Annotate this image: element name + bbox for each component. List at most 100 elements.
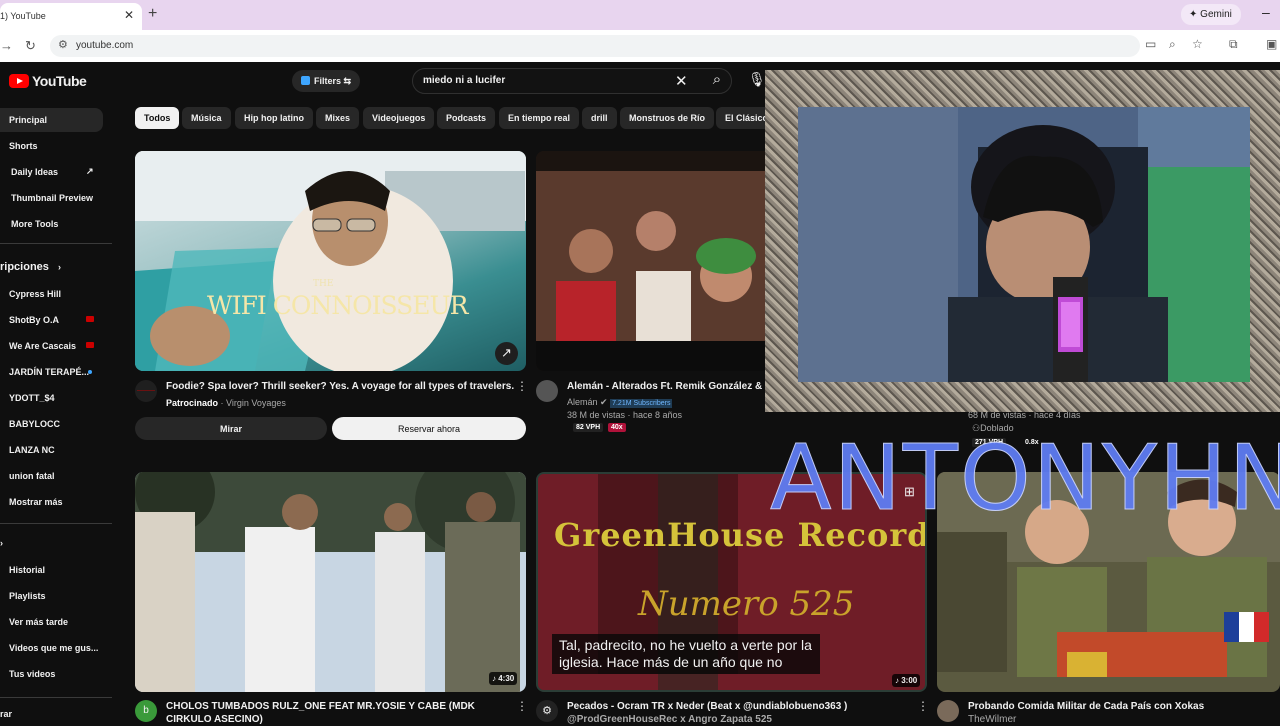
video-stats: 38 M de vistas · hace 8 años	[567, 410, 683, 420]
reload-icon[interactable]: ↻	[25, 38, 36, 54]
advertiser-name[interactable]: Virgin Voyages	[226, 398, 286, 408]
you-chevron-icon[interactable]: ›	[0, 538, 3, 548]
sidepanel-icon[interactable]: ▣	[1266, 37, 1277, 51]
sidebar-item-your-videos[interactable]: Tus videos	[0, 662, 103, 686]
sidebar-item-more-tools[interactable]: More Tools	[0, 212, 103, 236]
sidebar-item-label: Daily Ideas	[11, 167, 59, 177]
channel-name[interactable]: Alemán	[567, 397, 598, 407]
sidebar-item-playlists[interactable]: Playlists	[0, 584, 103, 608]
ad-overlay-title: WIFI CONNOISSEUR	[207, 291, 468, 320]
extensions-icon[interactable]: ⧉	[1229, 37, 1238, 52]
advertiser-avatar[interactable]: ———	[135, 380, 157, 402]
browser-tab-strip: 1) YouTube ✕ + ✦ Gemini –	[0, 0, 1280, 30]
video-thumbnail-art	[135, 472, 526, 692]
minimize-icon[interactable]: –	[1262, 4, 1270, 20]
filter-chips-bar: Todos Música Hip hop latino Mixes Videoj…	[135, 107, 765, 129]
zoom-icon[interactable]: ⌕	[1169, 37, 1176, 52]
webcam-scene	[798, 107, 1250, 382]
ad-thumbnail[interactable]: THE WIFI CONNOISSEUR ↗	[135, 151, 526, 371]
browser-tab-youtube[interactable]: 1) YouTube ✕	[0, 3, 142, 30]
sidebar-item-label: Cypress Hill	[9, 289, 62, 299]
external-link-icon: ↗	[86, 166, 94, 176]
gemini-button[interactable]: ✦ Gemini	[1181, 4, 1241, 25]
sidebar-item-principal[interactable]: Principal	[0, 108, 103, 132]
forward-icon[interactable]: →	[0, 38, 13, 53]
vph-badge: 82 VPH	[573, 423, 604, 432]
extension-icon	[301, 76, 310, 85]
channel-avatar[interactable]	[536, 380, 558, 402]
ad-overlay-small: THE	[313, 279, 334, 289]
new-tab-icon[interactable]: +	[148, 5, 157, 23]
sidebar-item-thumbnail-preview[interactable]: Thumbnail Preview	[0, 186, 103, 210]
search-icon[interactable]: ⌕	[702, 71, 732, 91]
video-thumbnail-aleman[interactable]	[536, 151, 776, 371]
sidebar-sub-item[interactable]: Cypress Hill	[0, 282, 103, 306]
chevron-right-icon: ›	[57, 262, 61, 272]
channel-avatar[interactable]: ⚙	[536, 700, 558, 722]
sidebar-sub-item[interactable]: BABYLOCC	[0, 412, 103, 436]
sidebar-item-label: More Tools	[11, 219, 59, 229]
chip-videojuegos[interactable]: Videojuegos	[363, 107, 435, 129]
sidebar-item-label: Mostrar más	[9, 497, 63, 507]
sidebar-sub-item[interactable]: ShotBy O.A	[0, 308, 103, 332]
chip-hip-hop-latino[interactable]: Hip hop latino	[235, 107, 313, 129]
sidebar-item-label: Videos que me gus...	[9, 643, 99, 653]
sidebar-item-daily-ideas[interactable]: Daily Ideas ↗	[0, 160, 103, 184]
open-external-icon[interactable]: ↗	[495, 342, 518, 365]
video-overlay-subheader: Numero 525	[638, 584, 855, 624]
sidebar-sub-item[interactable]: We Are Cascais	[0, 334, 103, 358]
clear-search-icon[interactable]: ✕	[675, 72, 688, 90]
video-title[interactable]: Pecados - Ocram TR x Neder (Beat x @undi…	[567, 700, 847, 713]
search-input[interactable]: miedo ni a lucifer	[423, 75, 505, 86]
filters-button[interactable]: Filters ⇆	[292, 70, 360, 92]
webcam-feed	[798, 107, 1250, 382]
sidebar-item-shorts[interactable]: Shorts	[0, 134, 103, 158]
sidebar-sub-item[interactable]: LANZA NC	[0, 438, 103, 462]
ad-title[interactable]: Foodie? Spa lover? Thrill seeker? Yes. A…	[166, 380, 514, 393]
gemini-label: Gemini	[1200, 9, 1232, 20]
book-now-button[interactable]: Reservar ahora	[332, 417, 526, 440]
video-title[interactable]: CHOLOS TUMBADOS RULZ_ONE FEAT MR.YOSIE Y…	[166, 700, 475, 713]
chip-monstruos-de-rio[interactable]: Monstruos de Río	[620, 107, 714, 129]
close-tab-icon[interactable]: ✕	[124, 8, 134, 22]
video-thumbnail-cholos[interactable]: ♪ 4:30	[135, 472, 526, 692]
duration-badge: ♪ 4:30	[489, 672, 518, 685]
sidebar-show-more[interactable]: Mostrar más	[0, 490, 103, 514]
video-title[interactable]: Probando Comida Militar de Cada País con…	[968, 700, 1204, 713]
sidebar-item-label: BABYLOCC	[9, 419, 60, 429]
more-options-icon[interactable]: ⋮	[917, 699, 929, 713]
more-options-icon[interactable]: ⋮	[516, 379, 528, 393]
chip-todos[interactable]: Todos	[135, 107, 180, 129]
chip-mixes[interactable]: Mixes	[316, 107, 360, 129]
chip-podcasts[interactable]: Podcasts	[437, 107, 496, 129]
more-options-icon[interactable]: ⋮	[516, 699, 528, 713]
microphone-icon[interactable]: 🎙	[748, 71, 766, 88]
sidebar-divider	[0, 697, 112, 698]
chip-drill[interactable]: drill	[582, 107, 617, 129]
channel-avatar[interactable]	[937, 700, 959, 722]
sidebar-sub-item[interactable]: YDOTT_$4	[0, 386, 103, 410]
sidebar-item-watch-later[interactable]: Ver más tarde	[0, 610, 103, 634]
video-title[interactable]: Alemán - Alterados Ft. Remik González & …	[567, 380, 772, 393]
sidebar-item-liked-videos[interactable]: Videos que me gus...	[0, 636, 103, 660]
subtitle-caption: Tal, padrecito, no he vuelto a verte por…	[552, 634, 820, 674]
sidebar-item-label: ShotBy O.A	[9, 315, 60, 325]
address-bar[interactable]: ⚙ youtube.com	[50, 35, 1140, 57]
sidebar-item-historial[interactable]: Historial	[0, 558, 103, 582]
url-text: youtube.com	[76, 40, 134, 51]
cast-icon[interactable]: ▭	[1145, 37, 1156, 51]
subscriptions-header[interactable]: ripciones ›	[0, 261, 61, 273]
site-info-icon[interactable]: ⚙	[58, 38, 68, 51]
chip-el-clasico[interactable]: El Clásico	[716, 107, 765, 129]
chip-en-tiempo-real[interactable]: En tiempo real	[499, 107, 580, 129]
search-box[interactable]: miedo ni a lucifer ✕ ⌕	[412, 68, 732, 94]
sidebar-sub-item[interactable]: union fatal	[0, 464, 103, 488]
sidebar-sub-item[interactable]: JARDÍN TERAPÉ...	[0, 360, 103, 384]
bookmark-star-icon[interactable]: ☆	[1192, 37, 1203, 51]
watch-ad-button[interactable]: Mirar	[135, 417, 327, 440]
channel-avatar[interactable]: b	[135, 700, 157, 722]
sidebar-divider	[0, 243, 112, 244]
duration: 3:00	[901, 676, 918, 685]
chip-musica[interactable]: Música	[182, 107, 231, 129]
duration: 4:30	[498, 674, 515, 683]
